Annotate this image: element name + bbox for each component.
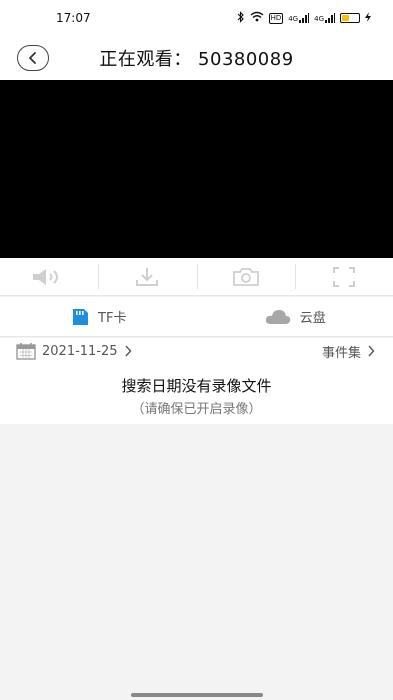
tab-tf-card-label: TF卡 <box>98 311 127 326</box>
back-button[interactable] <box>17 45 49 71</box>
signal-icon: 4G <box>288 13 310 23</box>
status-icons: HD 4G 4G <box>237 10 371 26</box>
snapshot-button[interactable] <box>196 258 295 295</box>
status-bar: 17:07 HD 4G 4G <box>0 0 393 36</box>
signal-label: 4G <box>314 15 324 23</box>
camera-icon <box>232 267 259 286</box>
sd-card-icon <box>73 308 89 325</box>
fullscreen-icon <box>332 266 355 287</box>
home-indicator[interactable] <box>131 693 263 697</box>
empty-state: 搜索日期没有录像文件 （请确保已开启录像） <box>0 364 393 424</box>
calendar-icon <box>16 343 36 360</box>
speaker-icon <box>33 268 59 285</box>
status-time: 17:07 <box>56 11 91 25</box>
chevron-left-icon <box>29 52 36 64</box>
battery-icon <box>340 13 360 23</box>
date-row: 2021-11-25 事件集 <box>0 338 393 364</box>
signal-label: 4G <box>288 15 299 23</box>
video-toolbar <box>0 258 393 296</box>
download-icon <box>136 267 159 286</box>
storage-tabs: TF卡 云盘 <box>0 297 393 337</box>
signal-icon: 4G <box>314 13 335 23</box>
page-title: 正在观看： 50380089 <box>99 49 294 70</box>
tab-cloud-label: 云盘 <box>299 311 326 326</box>
tab-tf-card[interactable]: TF卡 <box>0 297 197 336</box>
events-button[interactable]: 事件集 <box>322 342 375 361</box>
empty-message: 搜索日期没有录像文件 <box>121 377 272 395</box>
chevron-right-icon <box>368 345 375 357</box>
cloud-icon <box>265 309 290 324</box>
empty-hint: （请确保已开启录像） <box>131 402 262 417</box>
download-button[interactable] <box>98 258 196 295</box>
wifi-icon <box>250 11 264 25</box>
tab-cloud[interactable]: 云盘 <box>197 297 393 336</box>
fullscreen-button[interactable] <box>294 258 393 295</box>
chevron-right-icon <box>125 345 132 357</box>
selected-date: 2021-11-25 <box>42 343 118 359</box>
header: 正在观看： 50380089 <box>0 36 393 80</box>
events-label: 事件集 <box>321 345 361 361</box>
mute-button[interactable] <box>0 258 98 295</box>
date-picker[interactable]: 2021-11-25 <box>16 342 132 360</box>
hd-badge: HD <box>268 12 284 24</box>
charging-icon <box>365 11 371 25</box>
video-player[interactable] <box>0 80 393 258</box>
bluetooth-icon <box>237 10 245 26</box>
